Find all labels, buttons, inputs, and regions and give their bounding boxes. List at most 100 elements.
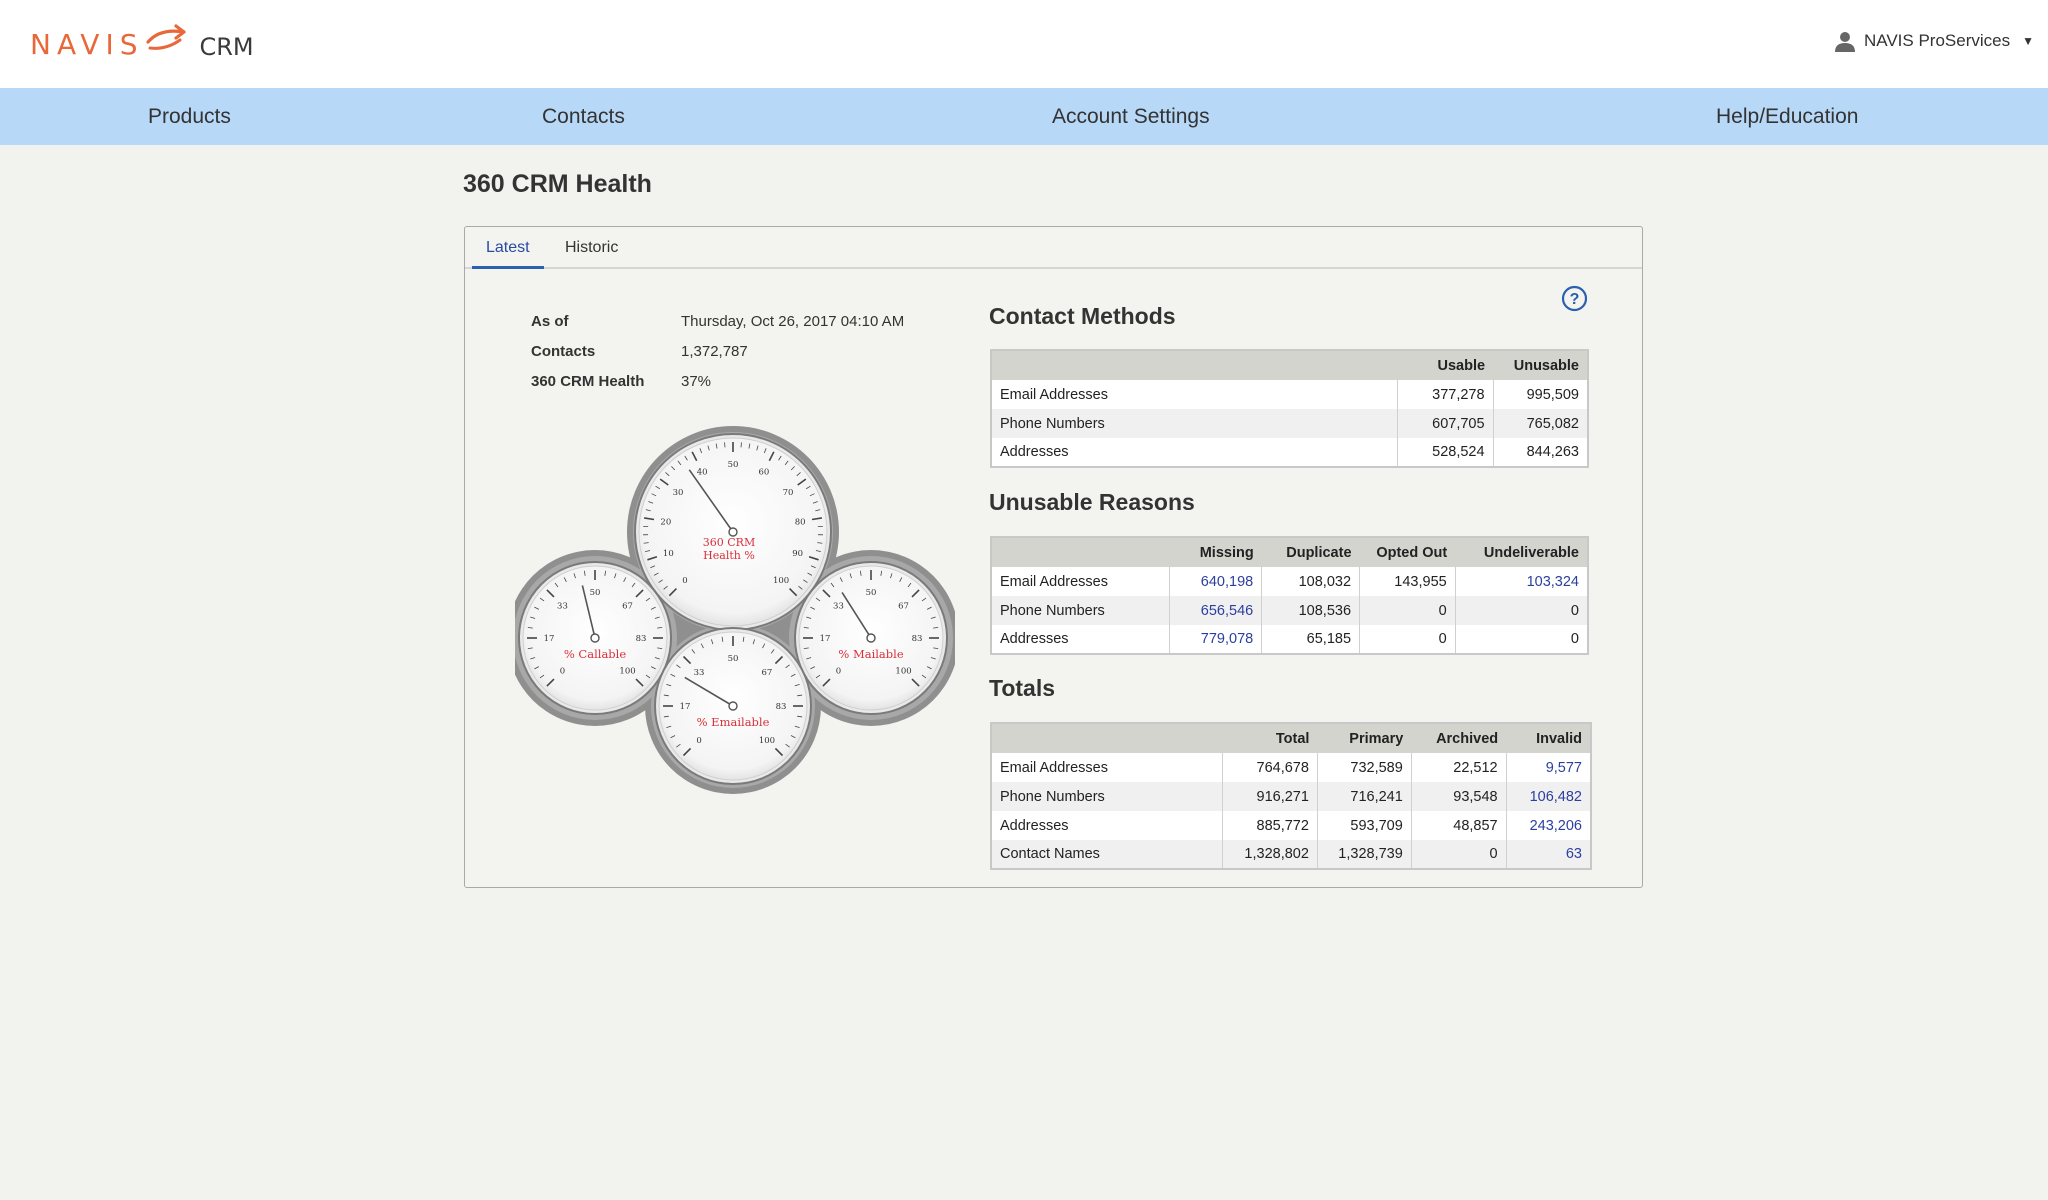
table-cell: 0 [1454,596,1588,625]
invalid-address-link[interactable]: 243,206 [1505,811,1591,840]
callable-gauge-tick-label: 33 [557,601,568,611]
unusable-reasons-table: Missing Duplicate Opted Out Undeliverabl… [990,536,1589,655]
callable-gauge-tick-label: 17 [544,634,555,644]
table-cell: 0 [1410,840,1507,869]
page-title: 360 CRM Health [463,170,652,198]
health-row: 360 CRM Health 37% [531,373,904,403]
health-label: 360 CRM Health [531,373,645,390]
table-row: Phone Numbers 656,546 108,536 0 0 [991,596,1588,625]
column-header [991,723,1223,753]
navis-crm-logo[interactable]: NAVIS CRM [30,24,254,64]
main-gauge-tick-label: 60 [758,467,769,477]
as-of-value: Thursday, Oct 26, 2017 04:10 AM [681,313,905,330]
missing-phone-link[interactable]: 656,546 [1169,596,1262,625]
contacts-row: Contacts 1,372,787 [531,343,904,373]
table-cell: 0 [1359,625,1456,654]
user-name: NAVIS ProServices [1863,31,2011,50]
table-cell: 108,536 [1261,596,1360,625]
main-gauge-tick-label: 30 [673,488,684,498]
invalid-contact-name-link[interactable]: 63 [1505,840,1591,869]
table-cell: 732,589 [1316,753,1412,782]
emailable-gauge-tick-label: 50 [728,654,739,664]
mailable-gauge-hub [866,633,876,643]
row-label: Email Addresses [991,567,1170,596]
mailable-gauge-tick-label: 50 [866,588,877,598]
row-label: Addresses [991,438,1398,467]
nav-item-contacts[interactable]: Contacts [542,88,625,145]
column-header: Opted Out [1359,537,1456,567]
table-cell: 716,241 [1316,782,1412,811]
mailable-gauge-tick-label: 83 [912,634,923,644]
main-gauge-tick-label: 20 [660,517,671,527]
health-gauges: 0 10 20 30 40 50 60 70 80 90 100 360 CRMHealth % 0 17… [515,426,955,794]
mailable-gauge-tick-label: 17 [820,634,831,644]
column-header: Usable [1397,350,1494,380]
column-header: Invalid [1506,723,1591,753]
mailable-gauge-tick-label: 67 [898,601,909,611]
table-cell: 607,705 [1396,409,1494,438]
table-row: Phone Numbers 916,271 716,241 93,548 106… [991,782,1591,811]
nav-item-help-education[interactable]: Help/Education [1716,88,1858,145]
main-gauge-tick-label: 50 [728,460,739,470]
row-label: Addresses [991,811,1223,840]
callable-gauge-tick-label: 100 [619,667,635,677]
column-header: Undeliverable [1455,537,1588,567]
callable-gauge-hub [590,633,600,643]
row-label: Phone Numbers [991,782,1223,811]
tab-bar: Latest Historic [465,227,1642,269]
table-cell: 0 [1359,596,1456,625]
column-header [991,537,1170,567]
user-account-menu[interactable]: NAVIS ProServices ▼ [1834,30,2034,52]
table-cell: 765,082 [1492,409,1588,438]
table-row: Email Addresses 640,198 108,032 143,955 … [991,567,1588,596]
undeliverable-email-link[interactable]: 103,324 [1454,567,1588,596]
help-icon[interactable]: ? [1561,285,1588,312]
emailable-gauge-tick-label: 0 [696,736,701,746]
main-gauge-tick-label: 10 [663,549,674,559]
summary-info: As of Thursday, Oct 26, 2017 04:10 AM Co… [531,313,904,403]
totals-title: Totals [989,675,1056,701]
table-cell: 22,512 [1410,753,1507,782]
row-label: Contact Names [991,840,1223,869]
column-header [991,350,1398,380]
missing-email-link[interactable]: 640,198 [1169,567,1262,596]
table-row: Addresses 528,524 844,263 [991,438,1588,467]
main-gauge-tick-label: 70 [783,488,794,498]
table-row: Email Addresses 377,278 995,509 [991,380,1588,409]
invalid-phone-link[interactable]: 106,482 [1505,782,1591,811]
invalid-email-link[interactable]: 9,577 [1505,753,1591,782]
contacts-label: Contacts [531,343,596,360]
user-icon [1834,32,1855,52]
row-label: Phone Numbers [991,596,1170,625]
nav-item-account-settings[interactable]: Account Settings [1052,88,1210,145]
table-row: Addresses 779,078 65,185 0 0 [991,625,1588,654]
emailable-gauge-tick-label: 17 [680,702,691,712]
emailable-gauge: 0 17 33 50 67 83 100 % Emailable [654,627,812,785]
table-row: Email Addresses 764,678 732,589 22,512 9… [991,753,1591,782]
missing-address-link[interactable]: 779,078 [1169,625,1262,654]
main-gauge-tick-label: 90 [792,549,803,559]
emailable-gauge-tick-label: 100 [759,736,775,746]
tab-latest[interactable]: Latest [472,236,544,269]
tab-historic[interactable]: Historic [551,236,632,269]
column-header: Unusable [1493,350,1588,380]
column-header: Archived [1411,723,1507,753]
main-gauge-tick-label: 100 [773,576,789,586]
as-of-label: As of [531,313,569,330]
mailable-gauge: 0 17 33 50 67 83 100 % Mailable [794,561,948,715]
main-gauge-hub [728,527,738,537]
emailable-gauge-tick-label: 83 [776,702,787,712]
table-row: Contact Names 1,328,802 1,328,739 0 63 [991,840,1591,869]
callable-gauge-label: % Callable [564,647,626,661]
row-label: Email Addresses [991,380,1398,409]
callable-gauge-tick-label: 50 [590,588,601,598]
table-cell: 65,185 [1261,625,1360,654]
table-cell: 995,509 [1492,380,1588,409]
logo-swoosh-icon [145,24,186,50]
column-header: Missing [1169,537,1262,567]
table-header-row: Missing Duplicate Opted Out Undeliverabl… [991,537,1588,567]
mailable-gauge-tick-label: 33 [833,601,844,611]
nav-item-products[interactable]: Products [148,88,231,145]
health-value: 37% [681,373,712,390]
table-cell: 108,032 [1261,567,1360,596]
